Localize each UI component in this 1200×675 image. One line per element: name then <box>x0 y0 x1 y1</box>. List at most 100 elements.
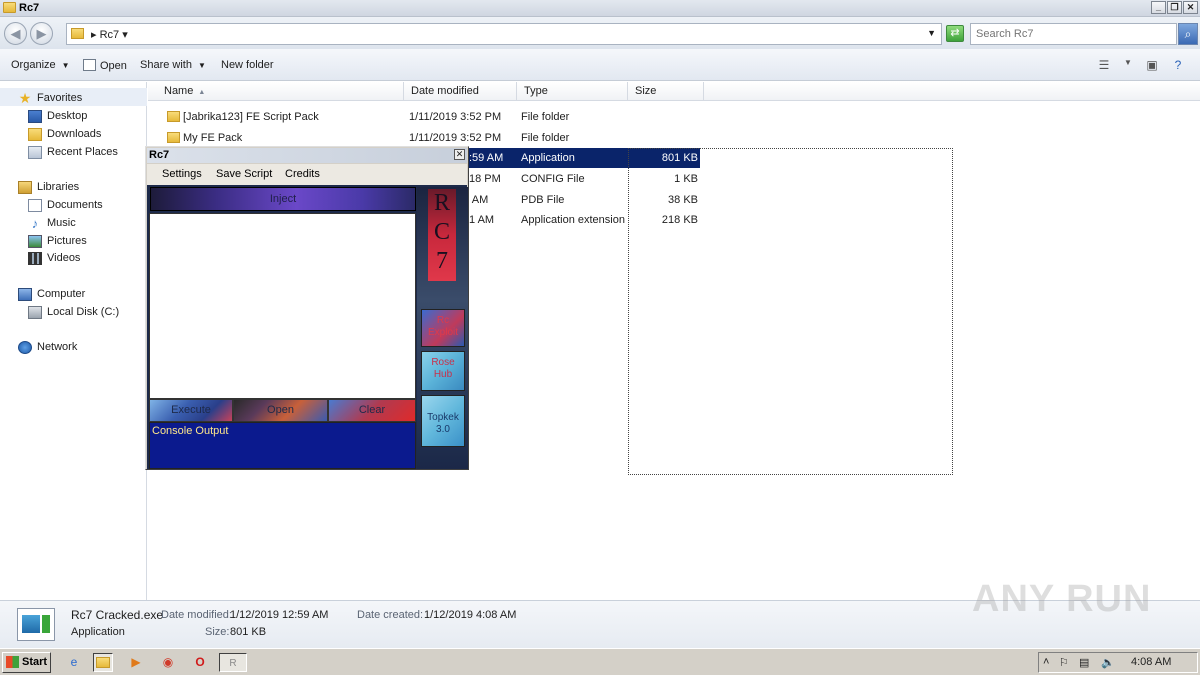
nav-music[interactable]: ♪ Music <box>28 215 76 231</box>
search-input[interactable] <box>971 24 1176 44</box>
details-date-created: 1/12/2019 4:08 AM <box>424 609 517 621</box>
nav-recent-places[interactable]: Recent Places <box>28 144 118 160</box>
open-button[interactable]: Open <box>233 399 328 422</box>
nav-documents[interactable]: Documents <box>28 197 103 213</box>
nav-favorites[interactable]: ★ Favorites <box>18 89 83 106</box>
organize-button[interactable]: Organize ▼ <box>11 59 70 71</box>
watermark-logo: ANY RUN <box>972 578 1152 620</box>
search-box[interactable] <box>970 23 1177 45</box>
downloads-icon <box>28 127 42 141</box>
documents-icon <box>28 198 42 212</box>
rc7-logo: R C 7 <box>428 189 456 281</box>
nav-videos[interactable]: Videos <box>28 250 80 266</box>
rose-hub-button[interactable]: Rose Hub <box>421 351 465 391</box>
file-type: Application <box>521 152 575 164</box>
file-type: File folder <box>521 132 570 144</box>
music-icon: ♪ <box>31 215 39 231</box>
menu-settings[interactable]: Settings <box>162 168 202 180</box>
rc7-close-button[interactable]: ✕ <box>454 149 465 160</box>
view-dropdown-icon[interactable]: ▼ <box>1120 58 1136 72</box>
restore-button[interactable]: ❐ <box>1167 1 1182 14</box>
videos-icon <box>28 251 42 265</box>
disk-icon <box>28 305 42 319</box>
details-date-modified: 1/12/2019 12:59 AM <box>230 609 329 621</box>
details-date-modified-label: Date modified: <box>161 609 232 621</box>
inject-button[interactable]: Inject <box>150 187 416 211</box>
open-button[interactable]: Open <box>83 59 127 72</box>
start-button[interactable]: Start <box>2 652 51 673</box>
back-button[interactable]: ◀ <box>4 22 27 45</box>
ie-icon[interactable]: e <box>64 653 84 672</box>
nav-pictures[interactable]: Pictures <box>28 233 87 249</box>
command-bar: Organize ▼ Open Share with ▼ New folder ☰ … <box>0 49 1200 81</box>
rc-exploit-button[interactable]: Rc Exploit <box>421 309 465 347</box>
open-icon <box>83 59 96 71</box>
flag-icon[interactable]: ⚐ <box>1059 656 1069 669</box>
opera-icon[interactable]: O <box>190 653 210 672</box>
menu-credits[interactable]: Credits <box>285 168 320 180</box>
new-folder-button[interactable]: New folder <box>221 59 274 71</box>
view-options-icon[interactable]: ☰ <box>1096 58 1112 72</box>
tray-expand-icon[interactable]: ˄ <box>1043 656 1049 668</box>
close-button[interactable]: ✕ <box>1183 1 1198 14</box>
column-header: Name ▲ Date modified Type Size <box>148 82 1200 101</box>
nav-downloads[interactable]: Downloads <box>28 126 101 142</box>
file-date: 1/11/2019 3:52 PM <box>409 111 502 123</box>
file-row[interactable]: My FE Pack 1/11/2019 3:52 PM File folder <box>148 128 1200 148</box>
rc7-task-icon[interactable]: R <box>219 653 247 672</box>
logo-letter: 7 <box>436 248 448 274</box>
nav-network[interactable]: Network <box>18 339 77 355</box>
details-size-label: Size: <box>205 626 230 638</box>
folder-icon <box>71 28 84 39</box>
nav-libraries[interactable]: Libraries <box>18 179 79 195</box>
folder-icon <box>167 111 180 122</box>
help-icon[interactable]: ? <box>1170 58 1186 72</box>
details-date-created-label: Date created: <box>357 609 424 621</box>
explorer-task-icon[interactable] <box>93 653 113 672</box>
rc7-titlebar[interactable]: Rc7 ✕ <box>147 148 467 163</box>
rc7-sidebar: R C 7 Rc Exploit Rose Hub Topkek 3.0 <box>417 187 468 469</box>
window-title: Rc7 <box>19 2 40 14</box>
logo-letter: C <box>433 219 450 245</box>
col-date-modified[interactable]: Date modified <box>404 82 517 101</box>
search-icon[interactable]: ⌕ <box>1178 23 1198 45</box>
network-tray-icon[interactable]: ▤ <box>1079 656 1089 669</box>
clock[interactable]: 4:08 AM <box>1131 656 1171 668</box>
forward-button[interactable]: ▶ <box>30 22 53 45</box>
nav-desktop[interactable]: Desktop <box>28 108 87 124</box>
file-row[interactable]: [Jabrika123] FE Script Pack 1/11/2019 3:… <box>148 107 1200 127</box>
preview-pane-icon[interactable]: ▣ <box>1144 58 1160 72</box>
volume-icon[interactable]: 🔈 <box>1101 656 1115 669</box>
address-bar[interactable]: ▸ Rc7 ▾ ▼ <box>66 23 942 45</box>
col-size[interactable]: Size <box>628 82 704 101</box>
media-player-icon[interactable]: ▶ <box>126 653 146 672</box>
console-output: Console Output <box>149 422 416 469</box>
nav-computer[interactable]: Computer <box>18 286 85 302</box>
file-date: 1 AM <box>469 214 495 226</box>
script-editor[interactable] <box>149 213 416 399</box>
breadcrumb[interactable]: ▸ Rc7 ▾ <box>91 28 128 41</box>
minimize-button[interactable]: _ <box>1151 1 1166 14</box>
file-type: Application extension <box>521 214 625 226</box>
rc7-window: Rc7 ✕ Settings Save Script Credits Injec… <box>145 146 469 470</box>
menu-save-script[interactable]: Save Script <box>216 168 272 180</box>
topkek-button[interactable]: Topkek 3.0 <box>421 395 465 447</box>
col-type[interactable]: Type <box>517 82 628 101</box>
nav-local-disk[interactable]: Local Disk (C:) <box>28 304 119 320</box>
execute-button[interactable]: Execute <box>149 399 233 422</box>
clear-button[interactable]: Clear <box>328 399 416 422</box>
details-filename: Rc7 Cracked.exe <box>71 608 164 622</box>
col-name[interactable]: Name ▲ <box>148 82 404 101</box>
rc7-body: Inject Execute Open Clear Console Output… <box>147 185 468 469</box>
pictures-icon <box>28 234 42 248</box>
taskbar: Start e ▶ ◉ O R ˄ ⚐ ▤ 🔈 4:08 AM <box>0 648 1200 675</box>
address-dropdown-icon[interactable]: ▼ <box>927 28 936 38</box>
folder-icon <box>3 2 16 13</box>
refresh-button[interactable]: ⇄ <box>946 25 964 42</box>
sort-arrow-icon: ▲ <box>198 89 206 96</box>
share-with-button[interactable]: Share with ▼ <box>140 59 206 71</box>
chrome-icon[interactable]: ◉ <box>158 653 178 672</box>
rc7-menubar: Settings Save Script Credits <box>147 164 467 185</box>
star-icon: ★ <box>18 89 32 106</box>
application-icon <box>17 608 55 641</box>
